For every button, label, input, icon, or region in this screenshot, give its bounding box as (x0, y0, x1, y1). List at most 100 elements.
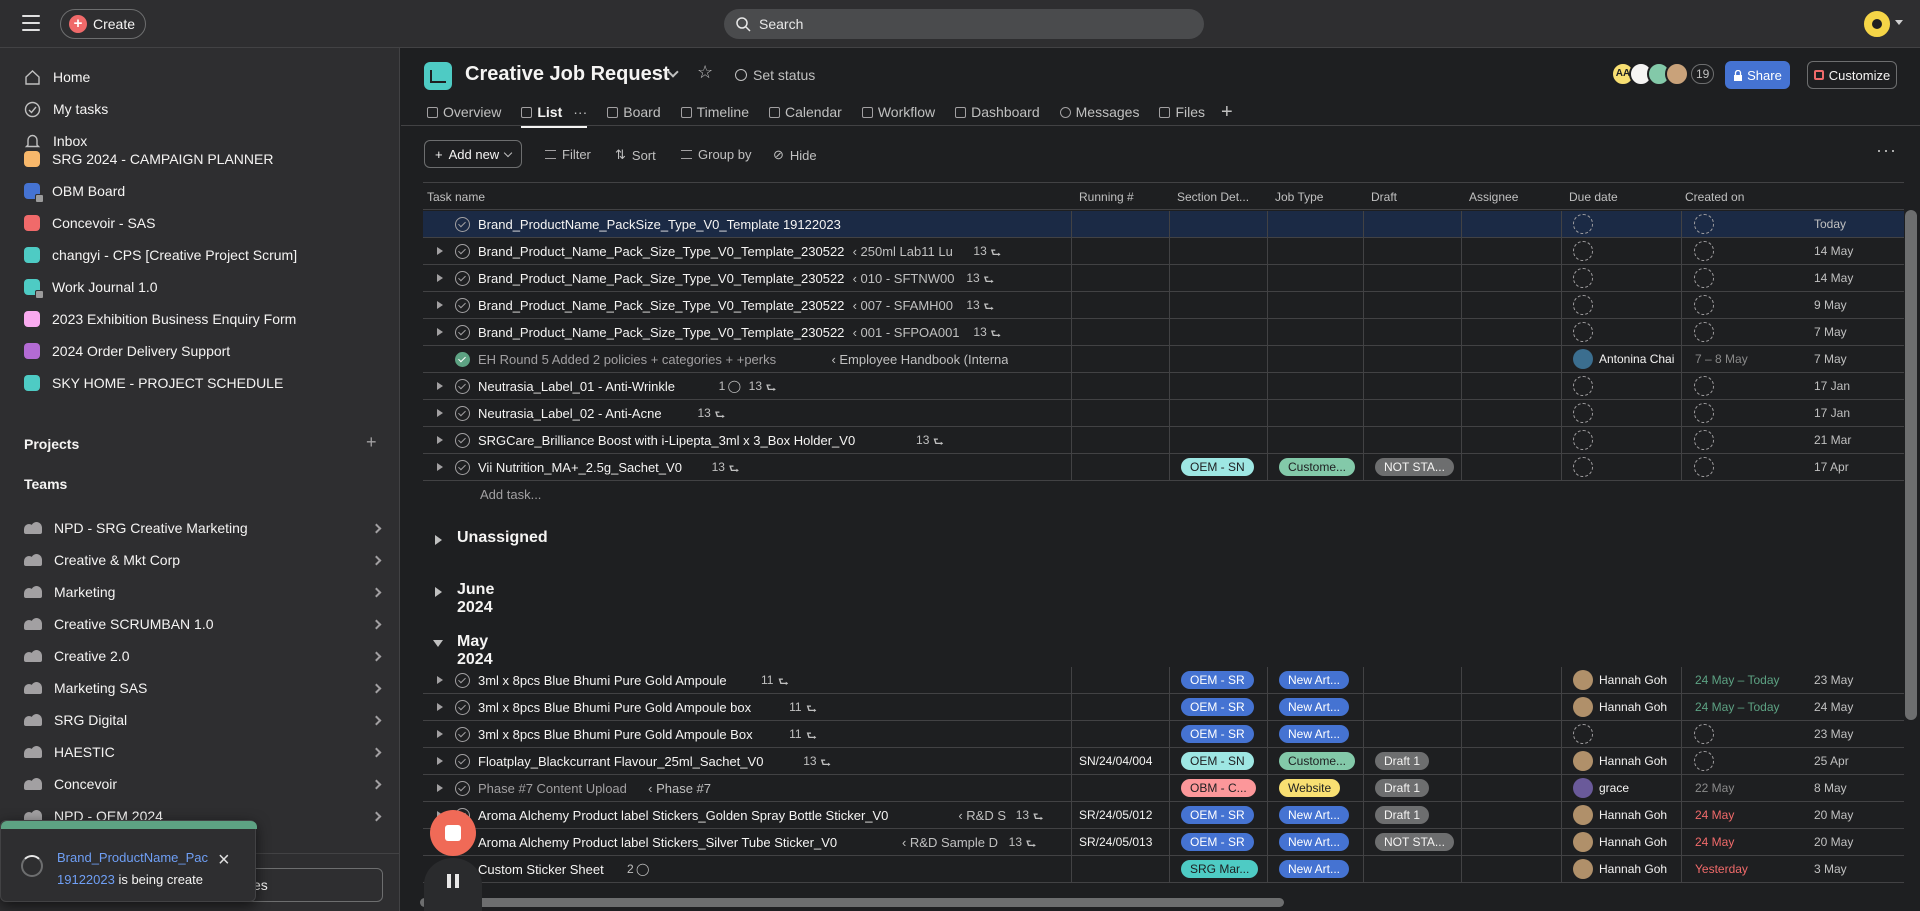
task-name[interactable]: Aroma Alchemy Product label Stickers_Gol… (478, 808, 888, 823)
assignee-name[interactable]: Hannah Goh (1599, 862, 1667, 876)
table-row[interactable]: Brand_Product_Name_Pack_Size_Type_V0_Tem… (423, 319, 1904, 346)
sort-button[interactable]: ⇅ Sort (615, 147, 656, 163)
tab-board[interactable]: Board (607, 101, 661, 123)
tab-dashboard[interactable]: Dashboard (955, 101, 1040, 123)
sidebar-team-item[interactable]: HAESTIC (24, 741, 382, 763)
complete-checkbox-icon[interactable] (455, 781, 470, 796)
expand-subtasks-icon[interactable] (437, 247, 443, 255)
hide-button[interactable]: ⊘ Hide (773, 147, 817, 163)
jobtype-badge[interactable]: New Art... (1279, 806, 1350, 824)
pause-button[interactable] (424, 858, 482, 911)
customize-button[interactable]: Customize (1807, 61, 1897, 89)
vertical-scrollbar[interactable] (1905, 210, 1917, 720)
add-task-button[interactable]: Add task... (480, 487, 541, 502)
expand-subtasks-icon[interactable] (437, 436, 443, 444)
table-row[interactable]: Aroma Alchemy Product label Stickers_Gol… (423, 802, 1904, 829)
assign-user-icon[interactable] (1573, 376, 1593, 396)
close-icon[interactable]: × (218, 849, 230, 872)
task-name[interactable]: Brand_Product_Name_Pack_Size_Type_V0_Tem… (478, 325, 844, 340)
section-badge[interactable]: OBM - C... (1181, 779, 1256, 797)
set-status-button[interactable]: Set status (735, 67, 815, 83)
assignee-name[interactable]: Hannah Goh (1599, 754, 1667, 768)
chevron-right-icon[interactable] (371, 779, 382, 789)
tab-messages[interactable]: Messages (1059, 101, 1139, 123)
tab-workflow[interactable]: Workflow (861, 101, 935, 123)
jobtype-badge[interactable]: New Art... (1279, 671, 1350, 689)
running-number[interactable]: SR/24/05/013 (1079, 835, 1152, 849)
assign-user-icon[interactable] (1573, 268, 1593, 288)
table-row[interactable]: SRGCare_Brilliance Boost with i-Lipepta_… (423, 427, 1904, 454)
draft-badge[interactable]: Draft 1 (1375, 806, 1430, 824)
assign-user-icon[interactable] (1573, 457, 1593, 477)
due-date[interactable]: 22 May (1695, 781, 1734, 795)
chevron-right-icon[interactable] (371, 555, 382, 565)
chevron-right-icon[interactable] (371, 715, 382, 725)
tab-overview[interactable]: Overview (427, 101, 501, 123)
column-header[interactable]: Running # (1079, 190, 1134, 204)
calendar-icon[interactable] (1694, 295, 1714, 315)
table-row[interactable]: Custom Sticker Sheet 2 ◯ SRG Mar... New Art.… (423, 856, 1904, 883)
teams-heading[interactable]: Teams (24, 476, 67, 492)
task-name[interactable]: Custom Sticker Sheet (478, 862, 604, 877)
table-row[interactable]: Brand_ProductName_PackSize_Type_V0_Templ… (423, 211, 1904, 238)
assignee-name[interactable]: Hannah Goh (1599, 835, 1667, 849)
task-name[interactable]: Brand_Product_Name_Pack_Size_Type_V0_Tem… (478, 298, 844, 313)
assignee-name[interactable]: Hannah Goh (1599, 700, 1667, 714)
section-badge[interactable]: OEM - SN (1181, 752, 1254, 770)
table-row[interactable]: Brand_Product_Name_Pack_Size_Type_V0_Tem… (423, 265, 1904, 292)
tab-files[interactable]: Files (1159, 101, 1205, 123)
column-header[interactable]: Assignee (1469, 190, 1518, 204)
project-title[interactable]: Creative Job Request (465, 63, 670, 86)
calendar-icon[interactable] (1694, 322, 1714, 342)
complete-checkbox-icon[interactable] (455, 298, 470, 313)
assign-user-icon[interactable] (1573, 322, 1593, 342)
section-badge[interactable]: SRG Mar... (1181, 860, 1259, 878)
task-name[interactable]: 3ml x 8pcs Blue Bhumi Pure Gold Ampoule (478, 673, 727, 688)
tab-more-icon[interactable]: ··· (573, 104, 587, 120)
projects-heading[interactable]: Projects (24, 436, 79, 452)
chevron-right-icon[interactable] (371, 747, 382, 757)
assignee-name[interactable]: Antonina Chai (1599, 352, 1674, 366)
assign-user-icon[interactable] (1573, 724, 1593, 744)
avatar[interactable] (1573, 778, 1593, 798)
parent-task-link[interactable]: ‹ R&D Sample D (902, 835, 998, 850)
expand-subtasks-icon[interactable] (437, 301, 443, 309)
draft-badge[interactable]: Draft 1 (1375, 752, 1430, 770)
calendar-icon[interactable] (1694, 430, 1714, 450)
tab-calendar[interactable]: Calendar (769, 101, 842, 123)
due-date[interactable]: 7 – 8 May (1695, 352, 1748, 366)
stop-recording-button[interactable] (430, 810, 476, 856)
column-header[interactable]: Created on (1685, 190, 1744, 204)
expand-subtasks-icon[interactable] (437, 274, 443, 282)
table-row[interactable]: Brand_Product_Name_Pack_Size_Type_V0_Tem… (423, 238, 1904, 265)
complete-checkbox-icon[interactable] (455, 379, 470, 394)
assignee-name[interactable]: grace (1599, 781, 1629, 795)
running-number[interactable]: SR/24/05/012 (1079, 808, 1152, 822)
sidebar-item-my-tasks[interactable]: My tasks (24, 98, 108, 120)
section-badge[interactable]: OEM - SR (1181, 806, 1254, 824)
sidebar-team-item[interactable]: Marketing SAS (24, 677, 382, 699)
toast-link[interactable]: Brand_ProductName_Pac (57, 850, 208, 865)
jobtype-badge[interactable]: New Art... (1279, 698, 1350, 716)
avatar[interactable] (1573, 805, 1593, 825)
complete-checkbox-icon[interactable] (455, 433, 470, 448)
calendar-icon[interactable] (1694, 241, 1714, 261)
sidebar-team-item[interactable]: Creative & Mkt Corp (24, 549, 382, 571)
calendar-icon[interactable] (1694, 214, 1714, 234)
sidebar-team-item[interactable]: SRG Digital (24, 709, 382, 731)
add-tab-icon[interactable]: + (1221, 101, 1233, 124)
table-row[interactable]: Brand_Product_Name_Pack_Size_Type_V0_Tem… (423, 292, 1904, 319)
jobtype-badge[interactable]: New Art... (1279, 833, 1350, 851)
parent-task-link[interactable]: ‹ Phase #7 (648, 781, 711, 796)
sidebar-item-home[interactable]: Home (24, 66, 90, 88)
due-date[interactable]: 24 May (1695, 808, 1734, 822)
task-name[interactable]: Brand_ProductName_PackSize_Type_V0_Templ… (478, 217, 841, 232)
sidebar-team-item[interactable]: Creative SCRUMBAN 1.0 (24, 613, 382, 635)
sidebar-project-item[interactable]: SRG 2024 - CAMPAIGN PLANNER (24, 148, 273, 170)
group-by-button[interactable]: Group by (681, 147, 751, 162)
assignee-name[interactable]: Hannah Goh (1599, 673, 1667, 687)
sidebar-team-item[interactable]: NPD - SRG Creative Marketing (24, 517, 382, 539)
complete-checkbox-icon[interactable] (455, 673, 470, 688)
assign-user-icon[interactable] (1573, 403, 1593, 423)
task-name[interactable]: Vii Nutrition_MA+_2.5g_Sachet_V0 (478, 460, 682, 475)
